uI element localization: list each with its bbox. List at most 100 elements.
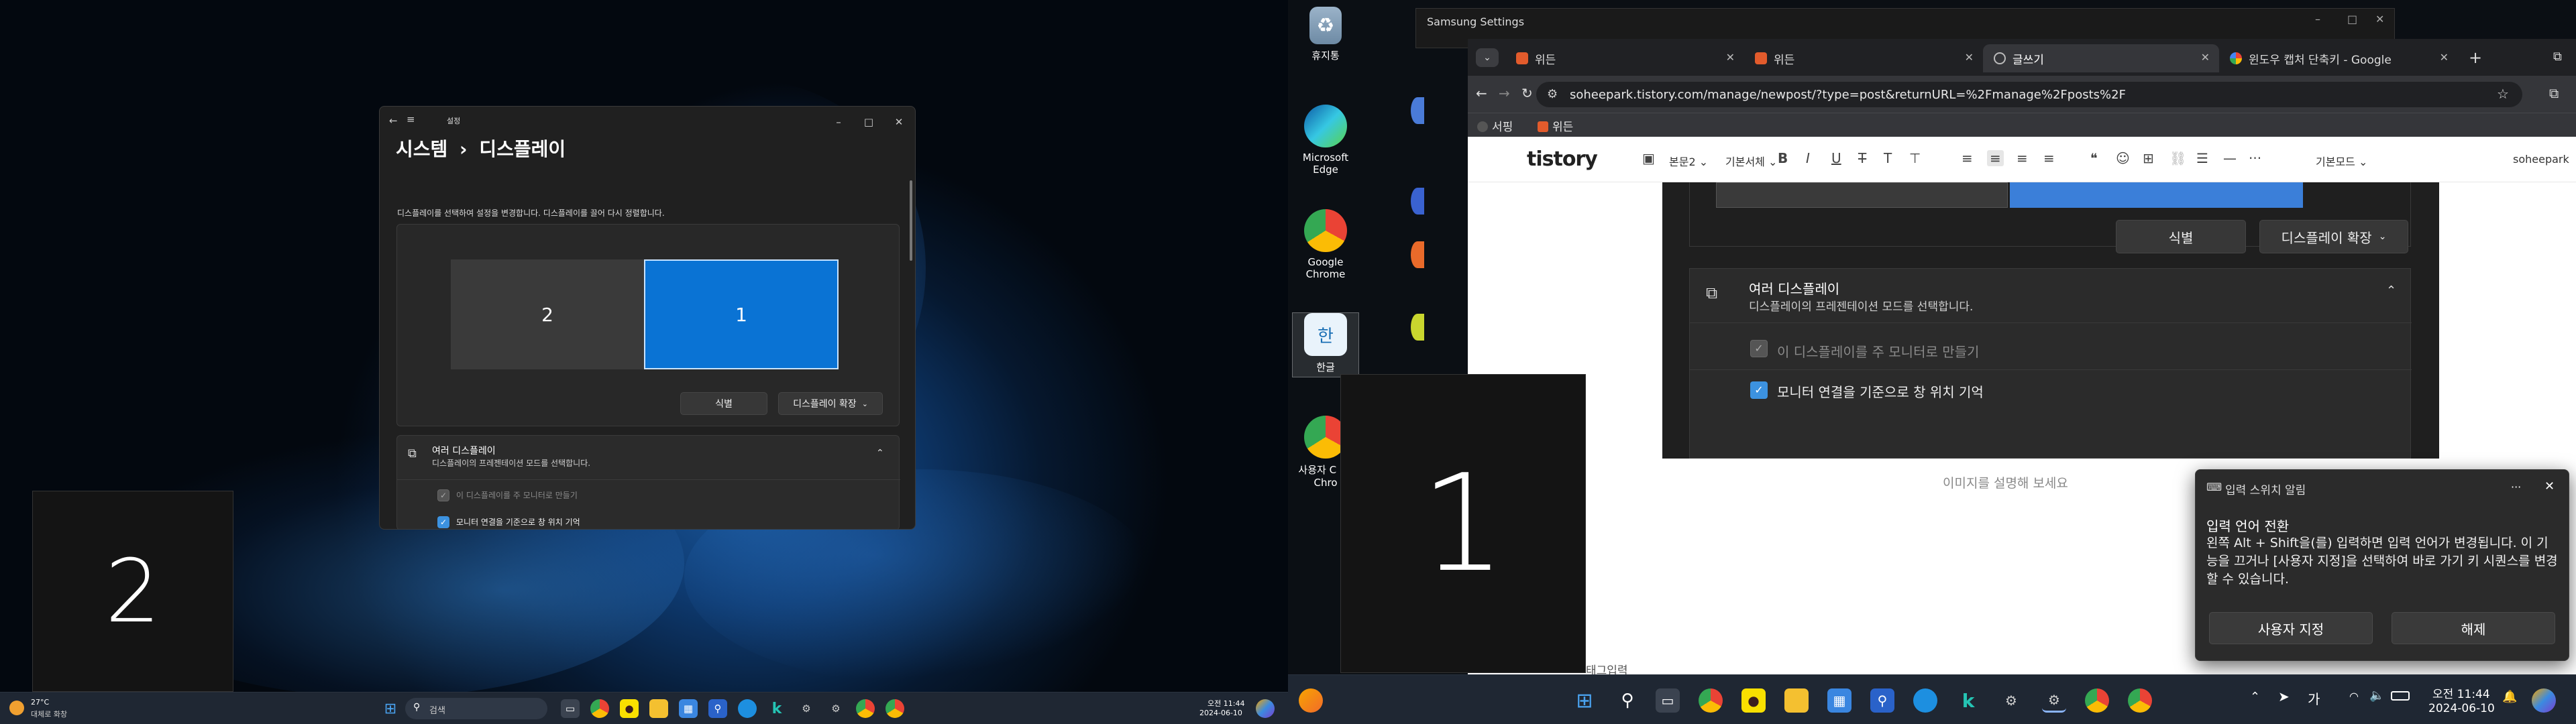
remember-positions-checkbox[interactable]: ✓ xyxy=(437,516,449,528)
bookmark-widen[interactable]: 위든 xyxy=(1538,117,1573,134)
bold-icon[interactable]: B xyxy=(1778,150,1788,166)
taskbar-date[interactable]: 2024-06-10 xyxy=(1199,709,1242,717)
reload-icon[interactable]: ↻ xyxy=(1521,85,1533,101)
list-icon[interactable]: ☰ xyxy=(2196,150,2208,166)
desktop-icon-recycle-bin[interactable]: ♻ 휴지통 xyxy=(1292,7,1359,62)
settings-active-icon[interactable]: ⚙ xyxy=(2042,688,2066,713)
close-tab-icon[interactable]: ✕ xyxy=(1726,51,1735,64)
extension-puzzle-icon[interactable]: ⧉ xyxy=(2549,85,2559,101)
edge-taskbar-icon[interactable] xyxy=(1913,688,1937,713)
chevron-up-icon[interactable]: ⌃ xyxy=(2250,690,2260,704)
battery-icon[interactable] xyxy=(2391,691,2410,701)
display-tile-2[interactable]: 2 xyxy=(451,259,644,369)
settings-gear-icon[interactable]: ⚙ xyxy=(797,699,816,718)
minimize-icon[interactable]: – xyxy=(825,112,852,132)
edge-taskbar-icon[interactable] xyxy=(738,699,757,718)
taskbar-date[interactable]: 2024-06-10 xyxy=(2428,702,2495,715)
editor-mode-select[interactable]: 기본모드 ⌄ xyxy=(2316,153,2367,169)
breadcrumb-parent[interactable]: 시스템 xyxy=(396,138,447,160)
start-icon[interactable]: ⊞ xyxy=(1572,688,1597,713)
copilot-icon[interactable] xyxy=(2532,688,2556,713)
font-select[interactable]: 기본서체 ⌄ xyxy=(1725,153,1777,169)
notification-bell-icon[interactable]: 🔔 xyxy=(2502,690,2517,704)
main-monitor-checkbox[interactable]: ✓ xyxy=(437,489,449,501)
close-tab-icon[interactable]: ✕ xyxy=(1965,51,1974,64)
wifi-icon[interactable]: ◠ xyxy=(2349,690,2359,703)
new-tab-button[interactable]: + xyxy=(2469,48,2482,67)
text-background-icon[interactable]: ⊤ xyxy=(1909,150,1921,166)
k-app-icon[interactable]: k xyxy=(1956,688,1980,713)
image-caption-input[interactable]: 이미지를 설명해 보세요 xyxy=(1943,473,2068,491)
display-tile-1[interactable]: 1 xyxy=(644,259,839,369)
chrome-profile-taskbar-icon[interactable] xyxy=(856,699,875,718)
bookmark-surfing[interactable]: 서핑 xyxy=(1477,117,1513,134)
store-icon[interactable]: ▦ xyxy=(679,699,698,718)
dismiss-button[interactable]: 해제 xyxy=(2392,612,2555,644)
tab-write-active[interactable]: 글쓰기 ✕ xyxy=(1983,44,2219,72)
close-icon[interactable]: ✕ xyxy=(2544,479,2555,493)
close-icon[interactable]: ✕ xyxy=(2375,13,2384,25)
bookmark-star-icon[interactable]: ☆ xyxy=(2497,86,2509,102)
align-left-icon[interactable]: ≡ xyxy=(1962,150,1973,166)
close-icon[interactable]: ✕ xyxy=(885,112,912,132)
taskbar-time[interactable]: 오전 11:44 xyxy=(1208,698,1244,709)
task-view-icon[interactable]: ▭ xyxy=(561,699,580,718)
start-icon[interactable]: ⊞ xyxy=(381,699,400,718)
embedded-screenshot-image[interactable]: 식별 디스플레이 확장 ⌄ ⧉ 여러 디스플레이 디스플레이의 프레젠테이션 모… xyxy=(1662,182,2439,459)
minimize-icon[interactable]: – xyxy=(2315,13,2320,25)
tab-widen-2[interactable]: 위든 ✕ xyxy=(1744,44,1983,72)
kakaotalk-icon[interactable]: ● xyxy=(620,699,639,718)
link-icon[interactable]: ⛓ xyxy=(2169,150,2186,166)
close-tab-icon[interactable]: ✕ xyxy=(2201,51,2210,64)
address-bar[interactable]: ⚙ soheepark.tistory.com/manage/newpost/?… xyxy=(1536,82,2522,107)
maximize-icon[interactable]: □ xyxy=(2347,13,2357,25)
file-explorer-icon[interactable] xyxy=(1784,688,1809,713)
horizontal-rule-icon[interactable]: — xyxy=(2223,150,2237,166)
chrome-taskbar-icon-2[interactable] xyxy=(885,699,904,718)
forward-arrow-icon[interactable]: → xyxy=(1499,85,1510,101)
chrome-taskbar-icon[interactable] xyxy=(590,699,609,718)
quote-icon[interactable]: ❝ xyxy=(2090,150,2098,166)
menu-icon[interactable]: ≡ xyxy=(407,113,415,125)
desktop-icon-chrome[interactable]: Google Chrome xyxy=(1292,209,1359,280)
more-options-icon[interactable]: ··· xyxy=(2511,481,2521,493)
send-icon[interactable]: ➤ xyxy=(2278,688,2290,705)
chrome-profile-taskbar-icon[interactable] xyxy=(2085,688,2109,713)
underline-icon[interactable]: U xyxy=(1831,150,1841,166)
maximize-icon[interactable]: □ xyxy=(855,112,882,132)
search-app-icon[interactable]: ⚲ xyxy=(708,699,727,718)
tistory-logo[interactable]: tistory xyxy=(1527,147,1598,171)
widgets-icon[interactable] xyxy=(1299,688,1323,713)
strikethrough-icon[interactable]: T xyxy=(1858,150,1866,166)
tab-widen-1[interactable]: 위든 ✕ xyxy=(1505,44,1744,72)
search-box[interactable]: ⚲ 검색 xyxy=(405,698,547,719)
identify-button[interactable]: 식별 xyxy=(680,392,767,415)
align-center-icon[interactable]: ≡ xyxy=(1987,150,2004,166)
scrollbar[interactable] xyxy=(910,180,912,261)
site-info-icon[interactable]: ⚙ xyxy=(1547,87,1558,101)
text-color-icon[interactable]: T xyxy=(1884,150,1892,166)
back-arrow-icon[interactable]: ← xyxy=(389,115,398,127)
extend-display-dropdown[interactable]: 디스플레이 확장 ⌄ xyxy=(778,392,883,415)
taskbar-time[interactable]: 오전 11:44 xyxy=(2432,684,2490,701)
settings-gear-icon[interactable]: ⚙ xyxy=(1999,688,2023,713)
more-options-icon[interactable]: ··· xyxy=(2249,150,2261,166)
settings-active-icon[interactable]: ⚙ xyxy=(826,699,845,718)
ime-indicator[interactable]: 가 xyxy=(2308,688,2320,708)
align-justify-icon[interactable]: ≡ xyxy=(2043,150,2055,166)
desktop-icon-edge[interactable]: Microsoft Edge xyxy=(1292,105,1359,176)
table-icon[interactable]: ⊞ xyxy=(2143,150,2154,166)
italic-icon[interactable]: I xyxy=(1806,150,1810,166)
paragraph-style-select[interactable]: 본문2 ⌄ xyxy=(1669,153,1708,169)
notification-icon[interactable] xyxy=(1256,699,1275,718)
extensions-icon[interactable]: ⧉ xyxy=(2553,50,2562,64)
close-tab-icon[interactable]: ✕ xyxy=(2440,51,2449,64)
chrome-taskbar-icon-2[interactable] xyxy=(2128,688,2152,713)
store-icon[interactable]: ▦ xyxy=(1827,688,1851,713)
back-arrow-icon[interactable]: ← xyxy=(1476,85,1487,101)
image-insert-icon[interactable]: ▣ xyxy=(1642,150,1655,166)
user-name[interactable]: soheepark xyxy=(2513,153,2569,166)
chrome-taskbar-icon[interactable] xyxy=(1699,688,1723,713)
emoji-icon[interactable]: ☺ xyxy=(2116,150,2130,166)
customize-button[interactable]: 사용자 지정 xyxy=(2209,612,2373,644)
